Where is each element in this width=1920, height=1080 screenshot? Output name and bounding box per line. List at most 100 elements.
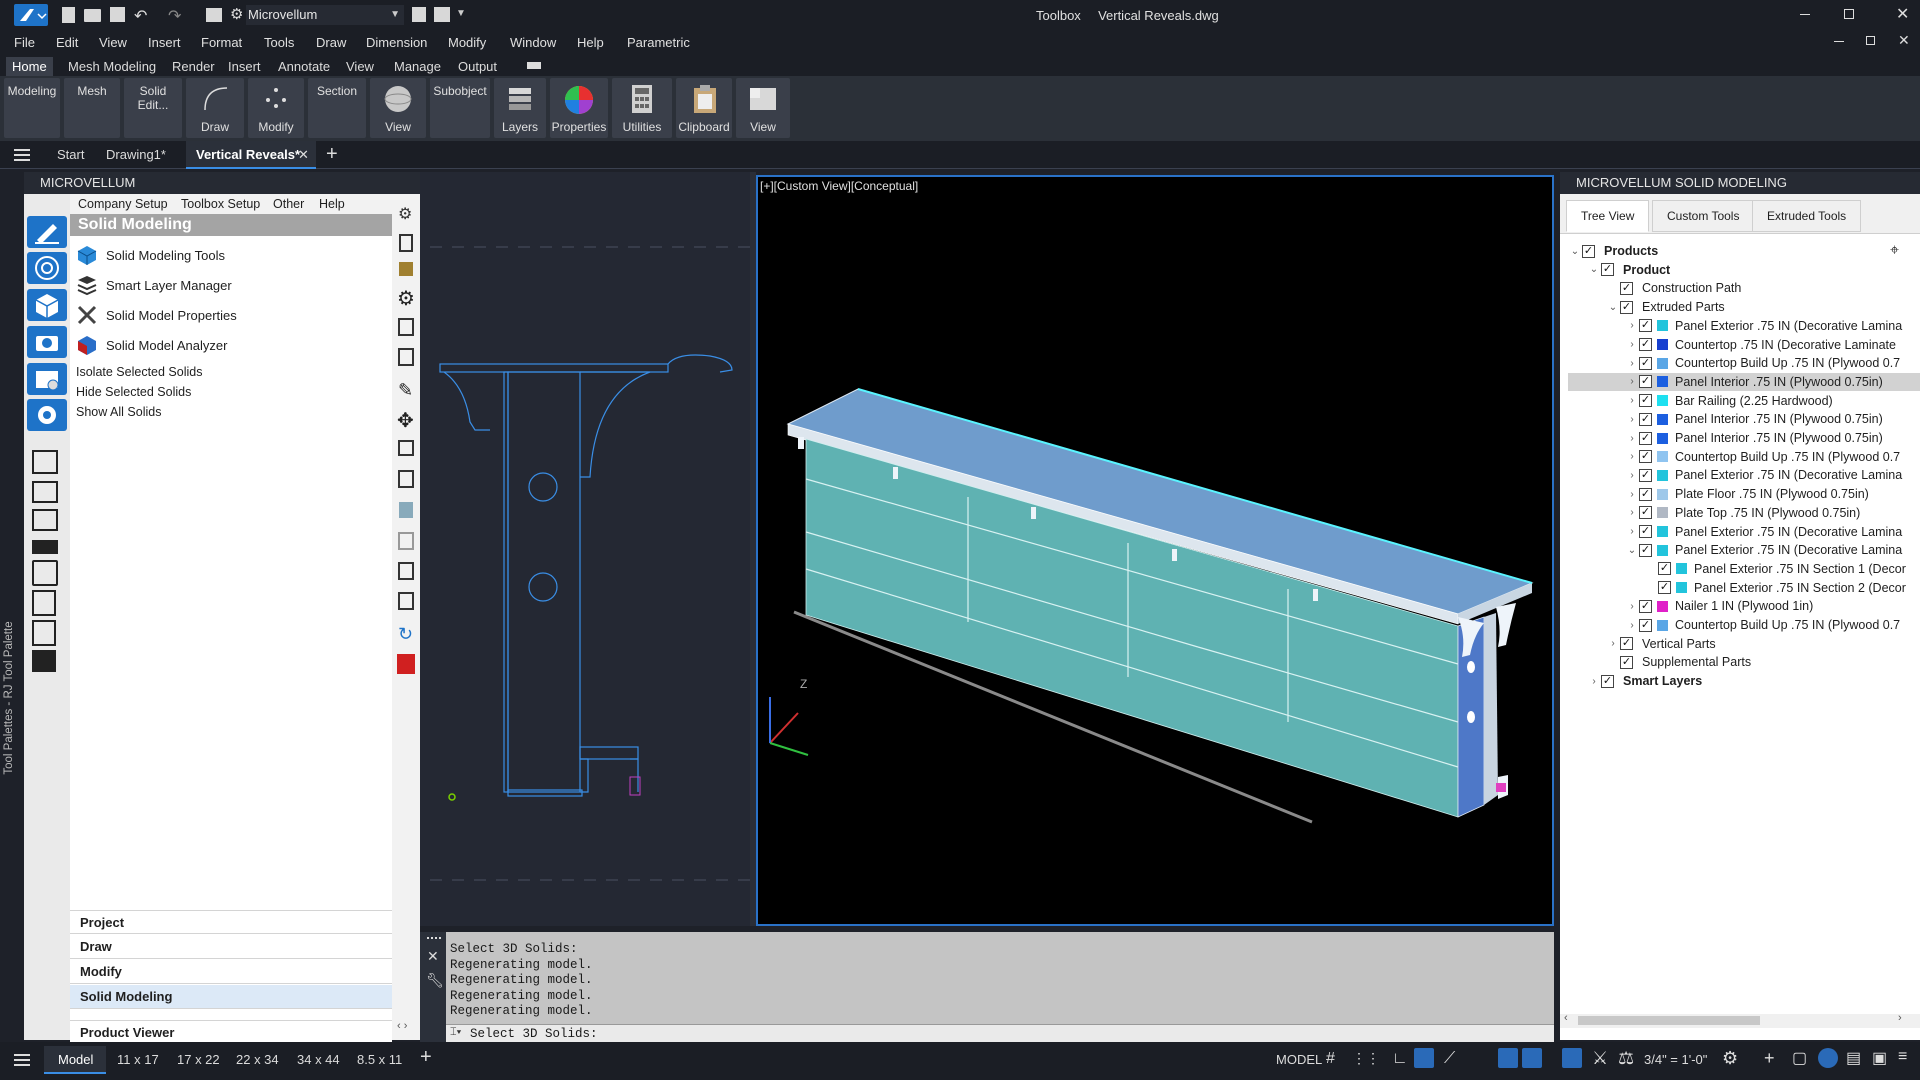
tree-item[interactable]: › ✓ Vertical Parts	[1568, 635, 1920, 653]
modify-panel-button[interactable]: Modify	[248, 78, 304, 138]
tab-tree-view[interactable]: Tree View	[1566, 200, 1650, 232]
chevron-down-icon[interactable]: ⌄	[1587, 264, 1601, 275]
pencil-icon[interactable]	[27, 216, 67, 248]
spiral-icon[interactable]	[27, 252, 67, 284]
pdf-icon[interactable]	[397, 654, 415, 674]
doc-close-icon[interactable]: ✕	[1898, 32, 1910, 49]
command-close-icon[interactable]: ✕	[427, 948, 439, 965]
tree-item[interactable]: ⌄ ✓ Product	[1568, 261, 1920, 279]
layout-tab-8x11[interactable]: 8.5 x 11	[357, 1052, 402, 1067]
object-snap-tracking-icon[interactable]	[1522, 1048, 1542, 1068]
tree-checkbox[interactable]: ✓	[1620, 281, 1633, 295]
workspace-select[interactable]: Microvellum ▼	[246, 5, 404, 25]
chevron-right-icon[interactable]: ›	[1606, 638, 1620, 649]
refresh-icon[interactable]: ↻	[398, 624, 413, 645]
tab-mesh-modeling[interactable]: Mesh Modeling	[62, 57, 162, 76]
tree-item[interactable]: › ✓ Bar Railing (2.25 Hardwood)	[1568, 392, 1920, 410]
tab-view[interactable]: View	[340, 57, 380, 76]
smart-layer-manager-item[interactable]: Smart Layer Manager	[76, 272, 232, 298]
units-icon[interactable]: ▢	[1792, 1048, 1807, 1068]
command-input[interactable]: ⌶▾ Select 3D Solids:	[446, 1024, 1554, 1042]
undo-icon[interactable]: ↶	[134, 6, 147, 26]
menu-view[interactable]: View	[99, 35, 127, 50]
folder-open-icon[interactable]	[32, 540, 58, 554]
category-solid-modeling[interactable]: Solid Modeling	[70, 985, 392, 1009]
tab-custom-tools[interactable]: Custom Tools	[1652, 200, 1755, 232]
chevron-right-icon[interactable]: ›	[1625, 507, 1639, 518]
tab-start[interactable]: Start	[57, 147, 84, 162]
tree-checkbox[interactable]: ✓	[1658, 562, 1671, 576]
chevron-right-icon[interactable]: ›	[1625, 376, 1639, 387]
tree-checkbox[interactable]: ✓	[1639, 319, 1652, 333]
tab-home[interactable]: Home	[6, 57, 53, 76]
clipboard-arrow-icon[interactable]	[32, 509, 58, 531]
chevron-right-icon[interactable]: ›	[1625, 358, 1639, 369]
tree-checkbox[interactable]: ✓	[1639, 468, 1652, 482]
show-all-solids-link[interactable]: Show All Solids	[76, 405, 161, 419]
tree-checkbox[interactable]: ✓	[1658, 581, 1671, 595]
tree-item[interactable]: › ✓ Plate Floor .75 IN (Plywood 0.75in)	[1568, 485, 1920, 503]
clipboard-panel-button[interactable]: Clipboard	[676, 78, 732, 138]
tab-insert[interactable]: Insert	[222, 57, 267, 76]
tab-extruded-tools[interactable]: Extruded Tools	[1752, 200, 1862, 232]
tree-checkbox[interactable]: ✓	[1601, 674, 1614, 688]
window-gear-icon[interactable]	[27, 363, 67, 395]
category-modify[interactable]: Modify	[70, 960, 392, 984]
isolate-objects-icon[interactable]	[1818, 1048, 1838, 1068]
chevron-right-icon[interactable]: ›	[1625, 433, 1639, 444]
scroll-arrows-icon[interactable]: ‹ ›	[397, 1020, 407, 1032]
tree-item[interactable]: ✓ Panel Exterior .75 IN Section 1 (Decor	[1568, 560, 1920, 578]
scroll-left-icon[interactable]: ‹	[1564, 1012, 1568, 1024]
layout-tab-34x44[interactable]: 34 x 44	[297, 1052, 340, 1067]
tree-checkbox[interactable]: ✓	[1639, 412, 1652, 426]
tree-item[interactable]: › ✓ Panel Interior .75 IN (Plywood 0.75in)	[1568, 372, 1920, 391]
layout-tab-17x22[interactable]: 17 x 22	[177, 1052, 220, 1067]
tab-manage[interactable]: Manage	[388, 57, 447, 76]
tree-item[interactable]: ⌄ ✓ Products	[1568, 242, 1920, 260]
customization-icon[interactable]: ≡	[1898, 1048, 1907, 1066]
viewport-label[interactable]: [+][Custom View][Conceptual]	[760, 179, 918, 193]
scroll-thumb[interactable]	[1578, 1016, 1760, 1025]
chevron-right-icon[interactable]: ›	[1625, 414, 1639, 425]
tree-item[interactable]: ✓ Supplemental Parts	[1568, 653, 1920, 671]
tree-checkbox[interactable]: ✓	[1620, 637, 1633, 651]
tree-checkbox[interactable]: ✓	[1639, 506, 1652, 520]
close-icon[interactable]: ✕	[1896, 4, 1909, 24]
tree-checkbox[interactable]: ✓	[1639, 543, 1652, 557]
tree-checkbox[interactable]: ✓	[1639, 618, 1652, 632]
tree-checkbox[interactable]: ✓	[1582, 244, 1595, 258]
document-icon[interactable]	[399, 234, 413, 252]
menu-modify[interactable]: Modify	[448, 35, 486, 50]
tab-annotate[interactable]: Annotate	[272, 57, 336, 76]
chevron-down-icon[interactable]: ⌄	[1606, 302, 1620, 313]
view2-panel-button[interactable]: View	[736, 78, 790, 138]
new-file-icon[interactable]	[62, 7, 75, 23]
tree-item[interactable]: ⌄ ✓ Panel Exterior .75 IN (Decorative Lami…	[1568, 541, 1920, 559]
tree-checkbox[interactable]: ✓	[1639, 599, 1652, 613]
menu-parametric[interactable]: Parametric	[627, 35, 690, 50]
solid-modeling-tools-item[interactable]: Solid Modeling Tools	[76, 242, 225, 268]
ribbon-options-icon[interactable]	[527, 62, 541, 69]
grid-icon[interactable]	[398, 440, 414, 456]
wrench-icon[interactable]: 🔧︎	[426, 972, 444, 989]
menu-file[interactable]: File	[14, 35, 35, 50]
chevron-right-icon[interactable]: ›	[1625, 451, 1639, 462]
tree-checkbox[interactable]: ✓	[1639, 394, 1652, 408]
annotation-scale-icon[interactable]: ⚖	[1618, 1048, 1634, 1069]
tab-vertical-reveals[interactable]: Vertical Reveals*	[186, 141, 316, 169]
document-export-icon[interactable]	[32, 620, 56, 646]
tree-item[interactable]: › ✓ Smart Layers	[1568, 672, 1920, 690]
category-product-viewer[interactable]: Product Viewer	[70, 1020, 392, 1044]
category-project[interactable]: Project	[70, 910, 392, 934]
hamburger-icon[interactable]	[14, 149, 30, 161]
chevron-right-icon[interactable]: ›	[1625, 470, 1639, 481]
tree-item[interactable]: › ✓ Panel Interior .75 IN (Plywood 0.75in)	[1568, 429, 1920, 447]
trash-icon[interactable]	[399, 502, 413, 518]
chevron-right-icon[interactable]: ›	[1625, 339, 1639, 350]
tree-item[interactable]: › ✓ Panel Exterior .75 IN (Decorative Lami…	[1568, 317, 1920, 335]
tree-checkbox[interactable]: ✓	[1639, 487, 1652, 501]
modeling-panel-button[interactable]: Modeling	[4, 78, 60, 138]
gear-icon[interactable]: ⚙	[398, 204, 412, 224]
model-space-button[interactable]: MODEL	[1276, 1052, 1322, 1067]
tree-item[interactable]: › ✓ Countertop Build Up .75 IN (Plywood 0.…	[1568, 616, 1920, 634]
